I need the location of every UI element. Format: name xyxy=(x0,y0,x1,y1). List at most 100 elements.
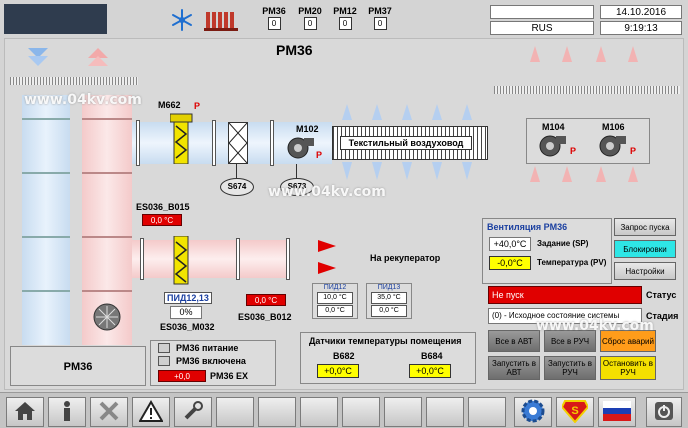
date-display: 14.10.2016 xyxy=(600,5,682,19)
m104-mode: P xyxy=(570,146,577,156)
status-label: Статус xyxy=(646,290,677,300)
recuperator-label: На рекуператор xyxy=(370,253,441,263)
footer-toolbar: S xyxy=(0,392,688,428)
home-button[interactable] xyxy=(6,397,44,427)
close-icon xyxy=(98,400,120,425)
pid-label[interactable]: ПИД12,13 xyxy=(164,292,212,304)
all-auto-button[interactable]: Все в АВТ xyxy=(488,330,540,352)
alarms-button[interactable] xyxy=(132,397,170,427)
language-select[interactable]: RUS xyxy=(490,21,594,35)
b682-value: +0,0°C xyxy=(317,364,359,378)
m102-label: M102 xyxy=(296,124,319,134)
warning-icon xyxy=(138,399,164,425)
tile-pm36[interactable]: PM36 0 xyxy=(259,6,289,30)
unit-box[interactable]: PM36 xyxy=(10,346,146,386)
home-icon xyxy=(14,401,36,424)
grate-right xyxy=(494,86,680,94)
start-manual-button[interactable]: Запустить в РУЧ xyxy=(544,356,596,380)
damper-m662[interactable] xyxy=(169,112,194,165)
russia-flag-icon xyxy=(603,400,631,424)
power-button[interactable] xyxy=(646,397,682,427)
b682-label: B682 xyxy=(333,351,355,361)
settings-button[interactable]: Настройки xyxy=(614,262,676,280)
watermark-3: www.04kv.com xyxy=(536,318,654,334)
empty-button-1[interactable] xyxy=(216,397,254,427)
es036-b015-label: ES036_B015 xyxy=(136,202,190,212)
airflow-arrows-bottom xyxy=(342,162,482,183)
status-value: Не пуск xyxy=(488,286,642,304)
es036-b015-value: 0,0 °C xyxy=(142,214,182,226)
exhaust-arrows-right-top xyxy=(530,46,640,65)
m106-mode: P xyxy=(630,146,637,156)
locks-button[interactable]: Блокировки xyxy=(614,240,676,258)
setpoint-label: Задание (SP) xyxy=(537,239,589,248)
power-icon xyxy=(654,401,674,424)
gear-icon xyxy=(520,398,546,427)
pid13-title: ПИД13 xyxy=(377,284,401,291)
m662-label: M662 xyxy=(158,100,181,110)
fan-m106-icon[interactable] xyxy=(598,134,628,161)
tile-pm20[interactable]: PM20 0 xyxy=(295,6,325,30)
empty-button-7[interactable] xyxy=(468,397,506,427)
textile-duct-label: Текстильный воздуховод xyxy=(340,136,472,150)
m662-mode: P xyxy=(194,101,201,111)
es036-b012-value: 0,0 °C xyxy=(246,294,286,306)
watermark-1: www.04kv.com xyxy=(24,92,142,108)
pid13-setpoint: 35,0 °C xyxy=(371,292,407,304)
unit-box-label: PM36 xyxy=(63,361,93,373)
supply-duct-vertical xyxy=(22,95,70,345)
cancel-button[interactable] xyxy=(90,397,128,427)
pid12-setpoint: 10,0 °C xyxy=(317,292,353,304)
power-indicator xyxy=(158,343,170,353)
m104-label: M104 xyxy=(542,122,565,132)
es036-m032-label: ES036_M032 xyxy=(160,322,215,332)
ex-label: PM36 EX xyxy=(210,371,249,381)
user-button[interactable] xyxy=(48,397,86,427)
sensor-s674[interactable]: S674 xyxy=(220,178,254,196)
pid12-value: 0,0 °C xyxy=(317,305,353,317)
language-button[interactable] xyxy=(598,397,636,427)
m102-mode: P xyxy=(316,150,323,160)
heater-icon xyxy=(204,8,238,32)
ventilation-title: Вентиляция PM36 xyxy=(487,222,568,232)
room-sensors-title: Датчики температуры помещения xyxy=(309,336,462,346)
damper-m032[interactable] xyxy=(170,235,194,286)
m106-label: M106 xyxy=(602,122,625,132)
enabled-indicator xyxy=(158,356,170,366)
pv-label: Температура (PV) xyxy=(537,258,607,267)
empty-button-5[interactable] xyxy=(384,397,422,427)
logo-panel xyxy=(4,4,107,34)
ex-value: +0,0 xyxy=(158,370,206,382)
superman-icon: S xyxy=(560,399,590,426)
empty-button-6[interactable] xyxy=(426,397,464,427)
pid-output: 0% xyxy=(170,306,202,319)
recuperator-arrows xyxy=(318,240,338,279)
empty-button-2[interactable] xyxy=(258,397,296,427)
stop-manual-button[interactable]: Остановить в РУЧ xyxy=(600,356,656,380)
filter-supply xyxy=(228,122,248,164)
start-auto-button[interactable]: Запустить в АВТ xyxy=(488,356,540,380)
pid13-panel[interactable]: ПИД13 35,0 °C 0,0 °C xyxy=(366,283,412,319)
recuperator-wheel-icon[interactable] xyxy=(92,302,122,335)
empty-button-4[interactable] xyxy=(342,397,380,427)
empty-button-3[interactable] xyxy=(300,397,338,427)
start-request-button[interactable]: Запрос пуска xyxy=(614,218,676,236)
exhaust-arrows-left xyxy=(88,48,108,69)
person-icon xyxy=(60,400,74,425)
exhaust-arrows-right xyxy=(530,166,640,185)
fan-m102-icon[interactable] xyxy=(286,136,316,163)
svg-text:S: S xyxy=(571,405,578,417)
ventilation-panel: Вентиляция PM36 +40,0°C Задание (SP) -0,… xyxy=(482,218,612,284)
time-display: 9:19:13 xyxy=(600,21,682,35)
fan-m104-icon[interactable] xyxy=(538,134,568,161)
pid12-panel[interactable]: ПИД12 10,0 °C 0,0 °C xyxy=(312,283,358,319)
tile-pm37[interactable]: PM37 0 xyxy=(365,6,395,30)
wrench-icon xyxy=(182,400,204,425)
system-button[interactable] xyxy=(514,397,552,427)
exhaust-duct-horizontal xyxy=(132,240,288,278)
tile-pm12[interactable]: PM12 0 xyxy=(330,6,360,30)
about-button[interactable]: S xyxy=(556,397,594,427)
b684-value: +0,0°C xyxy=(409,364,451,378)
service-button[interactable] xyxy=(174,397,212,427)
setpoint-value[interactable]: +40,0°C xyxy=(489,237,531,251)
